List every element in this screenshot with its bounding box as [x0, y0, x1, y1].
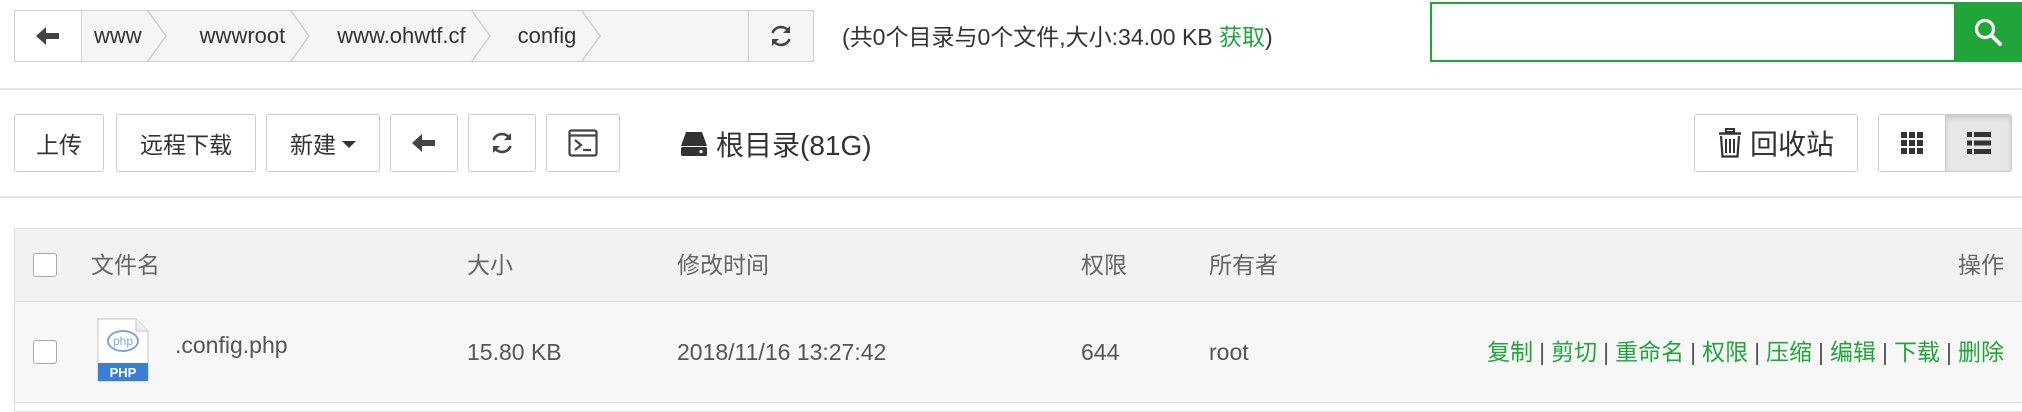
terminal-icon: [568, 129, 598, 157]
php-file-icon: php PHP: [97, 318, 149, 382]
header-size[interactable]: 大小: [467, 229, 513, 301]
recycle-bin-label: 回收站: [1749, 129, 1834, 160]
action-rename[interactable]: 重命名: [1615, 339, 1684, 365]
hard-drive-icon: [681, 132, 707, 156]
directory-summary: (共0个目录与0个文件,大小:34.00 KB: [842, 24, 1220, 50]
file-table: 文件名 大小 修改时间 权限 所有者 操作 php PHP .config.ph…: [14, 228, 2022, 412]
select-all-checkbox[interactable]: [33, 253, 57, 277]
action-separator: |: [1539, 339, 1546, 365]
chevron-separator-icon: [147, 11, 167, 61]
action-separator: |: [1946, 339, 1952, 365]
grid-icon: [1901, 132, 1923, 154]
path-back-button[interactable]: [15, 11, 82, 61]
action-permission[interactable]: 权限: [1702, 339, 1748, 365]
root-dir-indicator[interactable]: 根目录(81G): [680, 124, 872, 164]
arrow-left-icon: [36, 27, 59, 45]
remote-download-label: 远程下载: [140, 132, 232, 158]
view-toggle: [1878, 114, 2012, 172]
new-label: 新建: [290, 132, 336, 158]
breadcrumb-label: wwwroot: [199, 23, 286, 48]
php-badge-text: php: [113, 334, 133, 348]
search-box: [1430, 2, 2022, 62]
action-edit[interactable]: 编辑: [1830, 339, 1876, 365]
new-dropdown-button[interactable]: 新建: [266, 114, 380, 172]
action-separator: |: [1882, 339, 1889, 365]
php-label-text: PHP: [110, 365, 137, 380]
header-modified-time[interactable]: 修改时间: [677, 229, 769, 301]
breadcrumb-label: www.ohwtf.cf: [337, 23, 466, 48]
directory-summary-end: ): [1265, 24, 1273, 50]
caret-down-icon: [342, 141, 356, 148]
root-dir-label: 根目录(81G): [716, 130, 872, 161]
upload-label: 上传: [36, 132, 82, 158]
file-owner: root: [1209, 339, 1249, 365]
breadcrumb-item[interactable]: config: [494, 11, 605, 61]
action-separator: |: [1603, 339, 1610, 365]
header-filename[interactable]: 文件名: [91, 229, 160, 301]
divider: [0, 196, 2022, 198]
file-name[interactable]: .config.php: [175, 332, 288, 359]
chevron-separator-icon: [581, 11, 602, 61]
file-modified-time: 2018/11/16 13:27:42: [677, 339, 887, 365]
table-row[interactable]: php PHP .config.php 15.80 KB 2018/11/16 …: [15, 302, 2022, 403]
back-button[interactable]: [390, 114, 458, 172]
fetch-size-link[interactable]: 获取: [1219, 24, 1265, 50]
search-icon: [1974, 18, 2002, 46]
action-separator: |: [1818, 339, 1825, 365]
file-permission: 644: [1081, 339, 1120, 365]
upload-button[interactable]: 上传: [14, 114, 104, 172]
action-download[interactable]: 下载: [1894, 339, 1940, 365]
row-checkbox[interactable]: [33, 340, 57, 364]
search-button[interactable]: [1954, 2, 2022, 62]
table-header: 文件名 大小 修改时间 权限 所有者 操作: [15, 229, 2022, 302]
refresh-button[interactable]: [468, 114, 536, 172]
grid-view-button[interactable]: [1879, 115, 1946, 171]
recycle-bin-button[interactable]: 回收站: [1694, 114, 1858, 172]
breadcrumb-label: config: [517, 23, 577, 48]
action-copy[interactable]: 复制: [1487, 339, 1533, 365]
path-bar: www wwwroot www.ohwtf.cf config: [14, 10, 814, 62]
action-compress[interactable]: 压缩: [1766, 339, 1812, 365]
chevron-separator-icon: [290, 11, 311, 61]
breadcrumb-label: www: [94, 23, 142, 48]
terminal-button[interactable]: [546, 114, 620, 172]
trash-icon: [1718, 128, 1741, 158]
breadcrumb: www wwwroot www.ohwtf.cf config: [82, 11, 748, 61]
action-cut[interactable]: 剪切: [1551, 339, 1597, 365]
divider: [0, 88, 2022, 90]
remote-download-button[interactable]: 远程下载: [116, 114, 256, 172]
breadcrumb-item[interactable]: wwwroot: [170, 11, 314, 61]
file-size: 15.80 KB: [467, 339, 562, 365]
action-separator: |: [1754, 339, 1761, 365]
list-view-button[interactable]: [1946, 115, 2011, 171]
header-owner: 所有者: [1209, 252, 1278, 278]
chevron-separator-icon: [471, 11, 491, 61]
header-actions: 操作: [1958, 252, 2004, 278]
refresh-icon: [492, 132, 512, 154]
header-permission: 权限: [1081, 252, 1127, 278]
action-separator: |: [1690, 339, 1697, 365]
refresh-icon: [771, 25, 791, 47]
breadcrumb-item[interactable]: www.ohwtf.cf: [313, 11, 493, 61]
breadcrumb-item[interactable]: www: [82, 11, 170, 61]
search-input[interactable]: [1430, 2, 1954, 62]
directory-info: (共0个目录与0个文件,大小:34.00 KB 获取): [842, 18, 1273, 52]
arrow-left-icon: [412, 134, 435, 152]
action-delete[interactable]: 删除: [1958, 339, 2004, 365]
row-actions: 复制 | 剪切 | 重命名 | 权限 | 压缩 | 编辑 | 下载 | 删除: [1487, 302, 2004, 402]
list-icon: [1966, 132, 1991, 154]
path-refresh-button[interactable]: [748, 11, 813, 61]
